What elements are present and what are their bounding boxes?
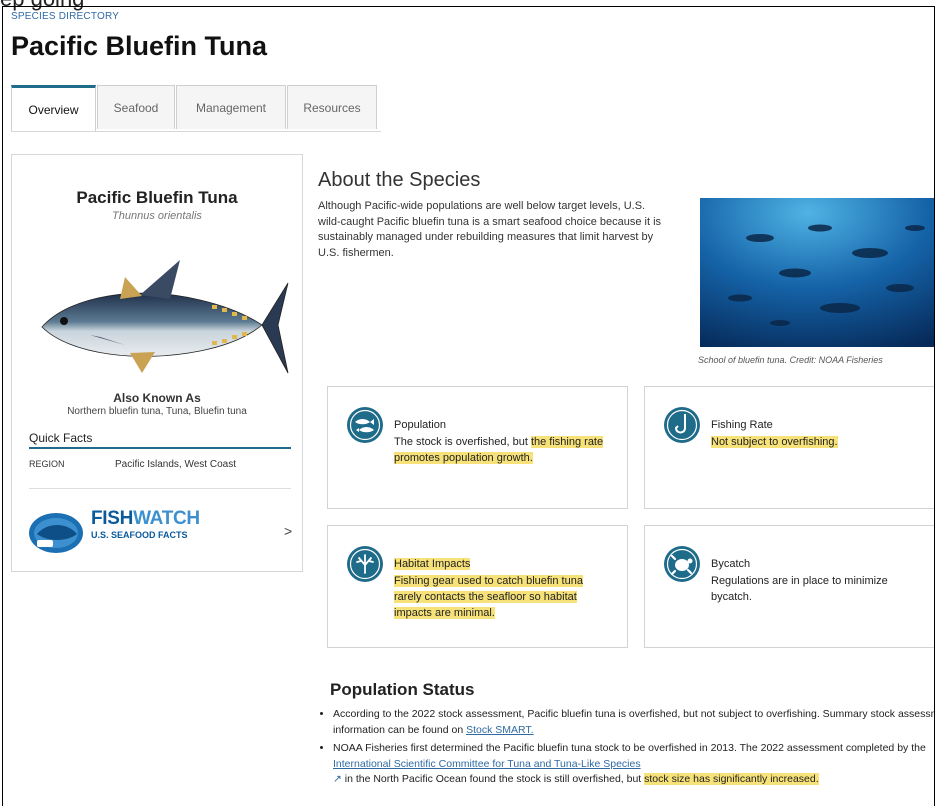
species-scientific-name: Thunnus orientalis: [112, 210, 202, 222]
bluefin-school-photo: [700, 198, 934, 347]
external-link-icon[interactable]: ↗: [333, 773, 342, 785]
habitat-impacts-card: Habitat Impacts Fishing gear used to cat…: [327, 525, 628, 648]
photo-caption: School of bluefin tuna. Credit: NOAA Fis…: [698, 355, 883, 365]
page-title: Pacific Bluefin Tuna: [11, 31, 268, 61]
bycatch-card: Bycatch Regulations are in place to mini…: [644, 525, 934, 648]
stock-smart-link[interactable]: Stock SMART.: [466, 724, 534, 736]
bycatch-title: Bycatch: [711, 558, 751, 570]
list-item: According to the 2022 stock assessment, …: [333, 707, 935, 738]
aka-heading: Also Known As: [113, 391, 201, 405]
population-fish-icon: [347, 407, 383, 443]
status-item-2-text-a: NOAA Fisheries first determined the Paci…: [333, 742, 926, 754]
page-frame: SPECIES DIRECTORY Pacific Bluefin Tuna O…: [2, 6, 935, 806]
about-heading: About the Species: [318, 169, 481, 191]
status-item-1-text: According to the 2022 stock assessment, …: [333, 708, 935, 736]
region-label: REGION: [29, 459, 65, 469]
fishing-rate-card: Fishing Rate Not subject to overfishing.: [644, 386, 934, 509]
bluefin-tuna-illustration-icon: [41, 260, 289, 374]
status-item-2-text-b: in the North Pacific Ocean found the sto…: [341, 773, 645, 785]
tab-overview[interactable]: Overview: [11, 85, 96, 131]
noaa-fishwatch-logo-icon[interactable]: [27, 510, 85, 556]
turtle-bycatch-icon: [664, 546, 700, 582]
status-item-2-highlight: stock size has significantly increased.: [644, 773, 819, 785]
population-card: Population The stock is overfished, but …: [327, 386, 628, 509]
tab-seafood[interactable]: Seafood: [97, 85, 175, 129]
quick-facts-heading: Quick Facts: [29, 431, 93, 445]
region-value: Pacific Islands, West Coast: [115, 459, 236, 470]
tab-resources[interactable]: Resources: [287, 85, 377, 129]
fishwatch-subtitle: U.S. SEAFOOD FACTS: [91, 530, 188, 540]
list-item: NOAA Fisheries first determined the Paci…: [333, 741, 934, 788]
fishwatch-title-watch: WATCH: [133, 508, 200, 529]
population-status-list: According to the 2022 stock assessment, …: [318, 707, 935, 791]
breadcrumb[interactable]: SPECIES DIRECTORY: [11, 11, 119, 22]
fishwatch-chevron-right-icon[interactable]: >: [284, 523, 292, 539]
habitat-impacts-text-highlight: Fishing gear used to catch bluefin tuna …: [394, 575, 583, 619]
bycatch-text: Regulations are in place to minimize byc…: [711, 575, 888, 603]
fishwatch-title[interactable]: FISHWATCH: [91, 508, 200, 530]
tab-divider: [11, 131, 381, 132]
species-common-name: Pacific Bluefin Tuna: [76, 188, 238, 207]
habitat-impacts-title-highlight: Habitat Impacts: [394, 558, 471, 570]
coral-habitat-icon: [347, 546, 383, 582]
about-body: Although Pacific-wide populations are we…: [318, 200, 662, 259]
isc-link[interactable]: International Scientific Committee for T…: [333, 758, 641, 770]
population-status-heading: Population Status: [330, 680, 475, 699]
species-card: Pacific Bluefin Tuna Thunnus orientalis: [11, 154, 303, 572]
quick-facts-divider: [29, 447, 291, 449]
aka-value: Northern bluefin tuna, Tuna, Bluefin tun…: [67, 406, 247, 417]
fishing-rate-title: Fishing Rate: [711, 419, 773, 431]
habitat-impacts-text: Fishing gear used to catch bluefin tuna …: [394, 573, 604, 621]
habitat-impacts-title: Habitat Impacts: [394, 558, 471, 570]
fishing-rate-text-highlight: Not subject to overfishing.: [711, 436, 838, 448]
fishwatch-title-fish: FISH: [91, 508, 134, 529]
population-title: Population: [394, 419, 446, 431]
population-text-plain: The stock is overfished, but: [394, 436, 531, 448]
fishing-rate-text: Not subject to overfishing.: [711, 434, 921, 450]
quick-facts-separator: [29, 488, 291, 489]
population-text: The stock is overfished, but the fishing…: [394, 434, 604, 466]
tab-management[interactable]: Management: [176, 85, 286, 129]
fishing-hook-icon: [664, 407, 700, 443]
